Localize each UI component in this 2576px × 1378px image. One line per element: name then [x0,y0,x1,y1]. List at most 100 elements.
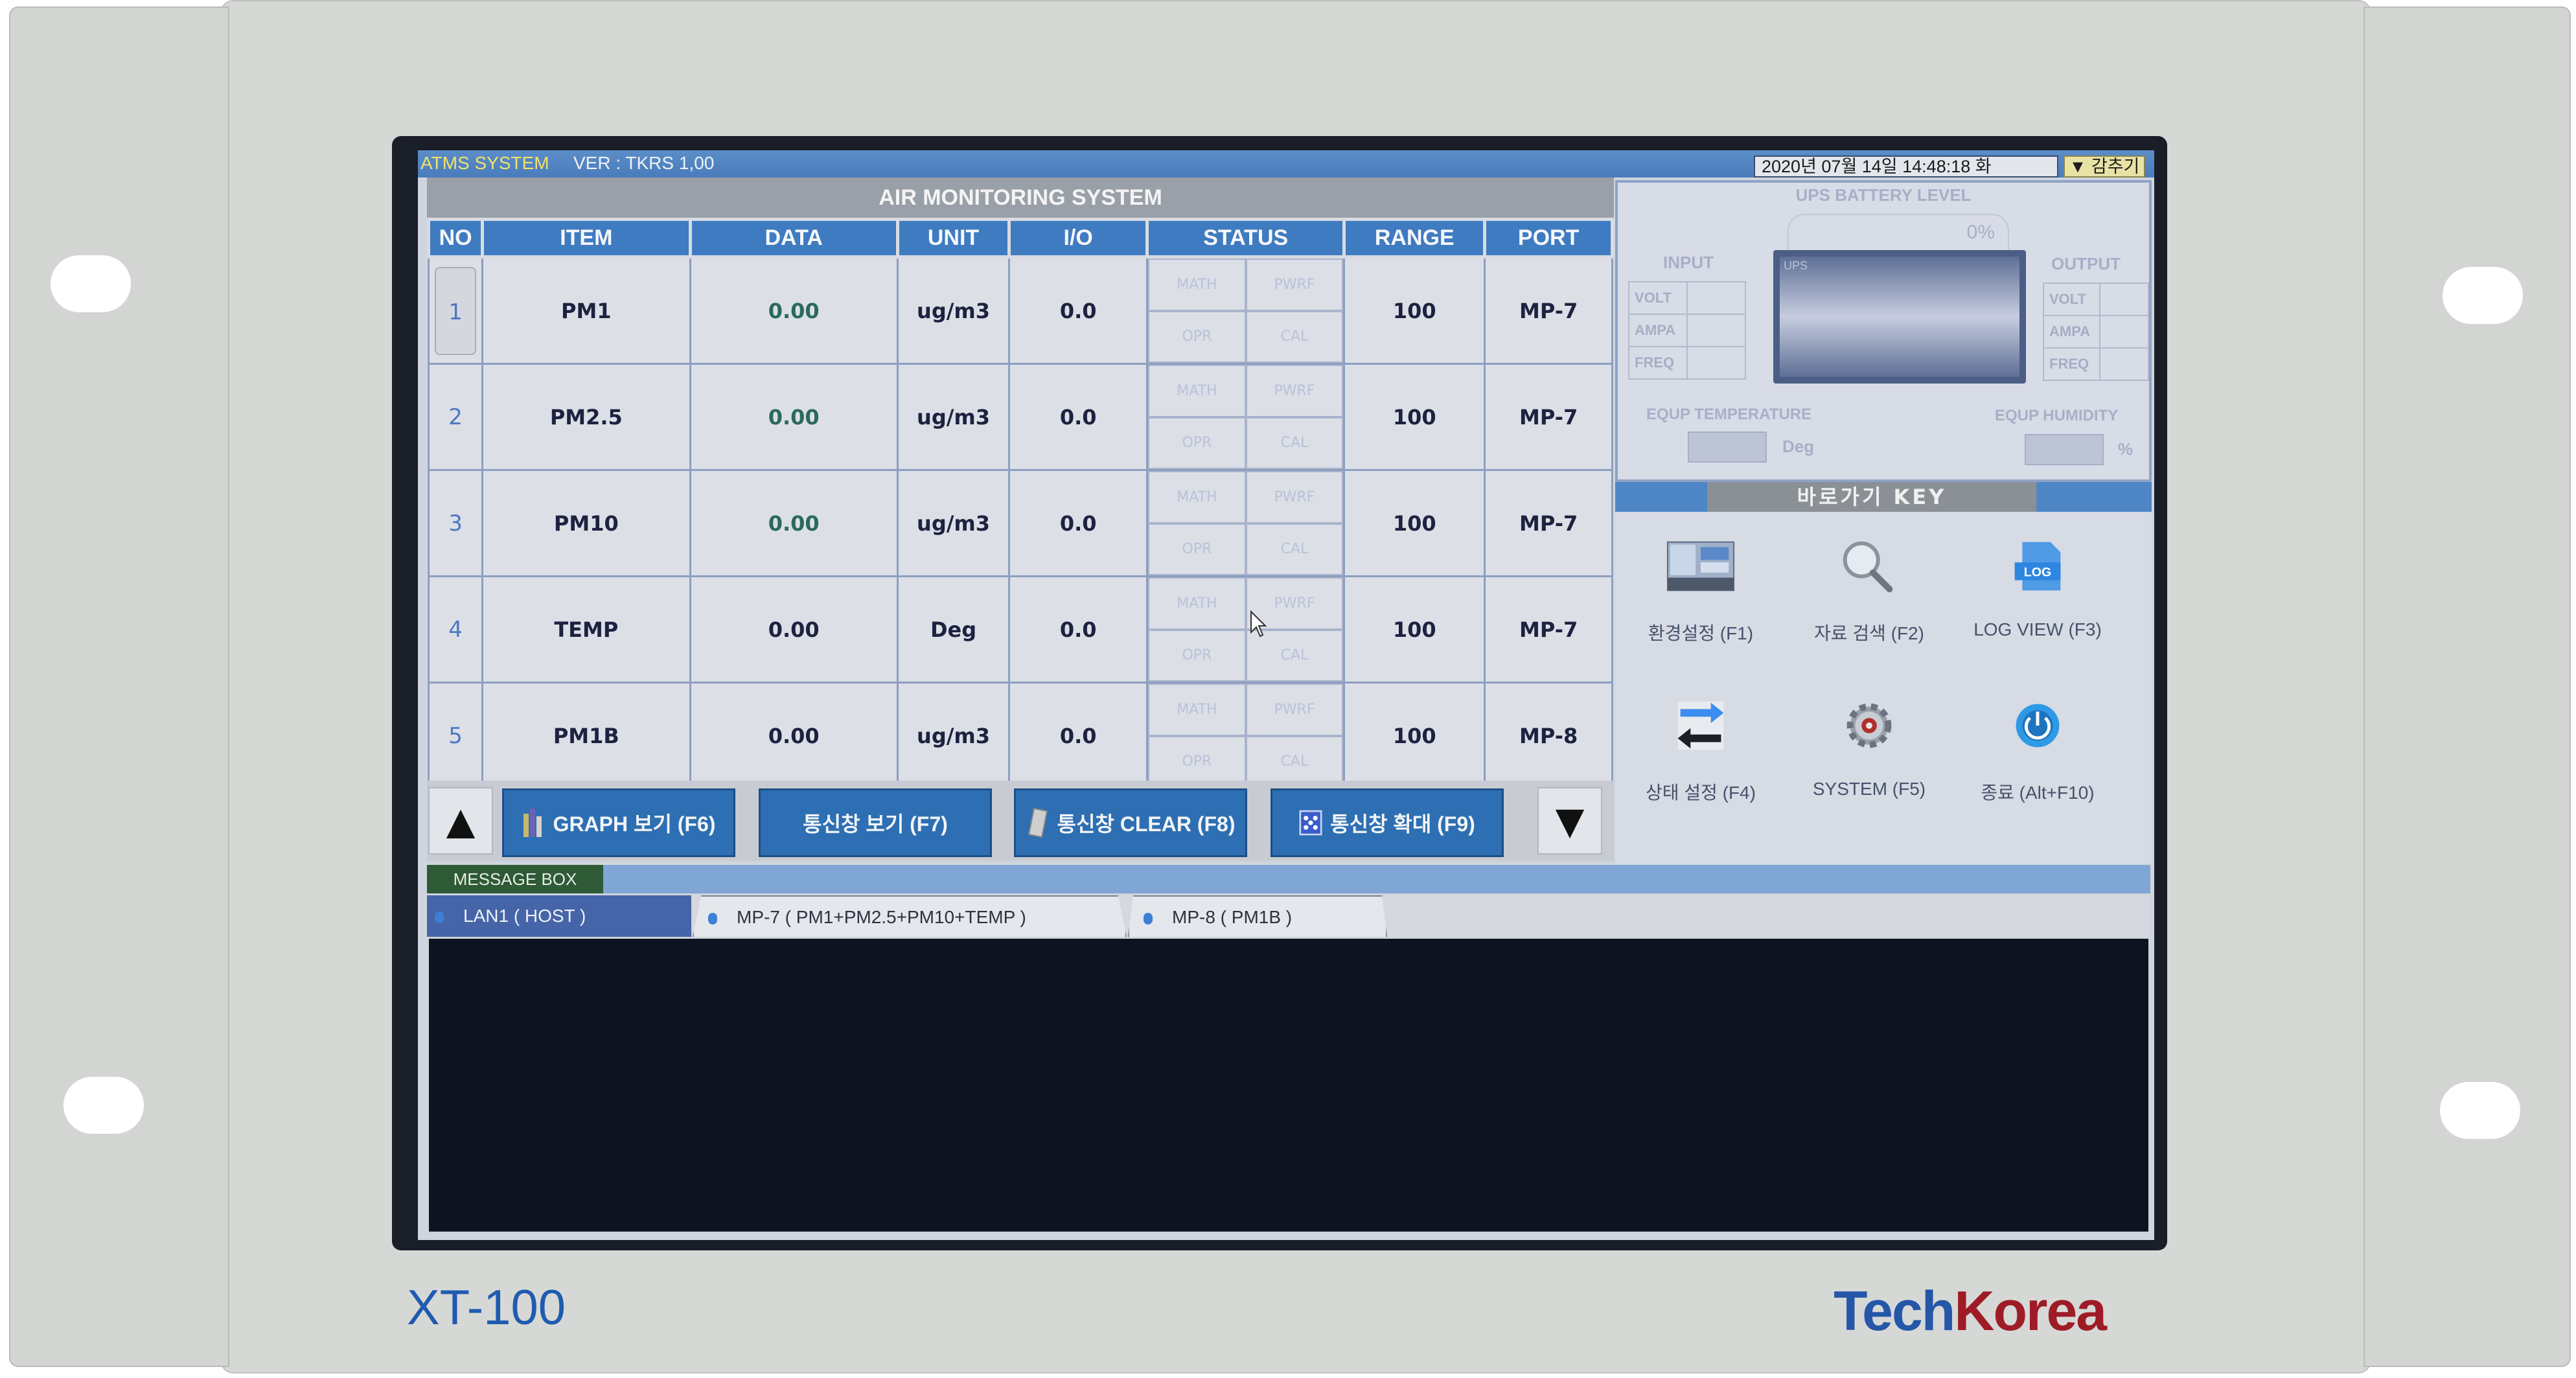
unit-cell: ug/m3 [896,256,1011,365]
log-file-icon: LOG [2014,542,2061,591]
shortcut-settings[interactable]: 환경설정 (F1) [1616,539,1785,645]
io-cell: 0.0 [1008,575,1149,683]
touch-screen: ATMS SYSTEM VER : TKRS 1,00 2020년 07월 14… [418,150,2154,1240]
item-cell: TEMP [481,575,691,683]
datetime-display: 2020년 07월 14일 14:48:18 화 [1754,155,2058,178]
panel-title-bar: AIR MONITORING SYSTEM [427,178,1614,218]
row-number[interactable]: 1 [427,256,484,365]
shortcut-search[interactable]: 자료 검색 (F2) [1785,539,1953,645]
status-math: MATH [1148,258,1246,311]
status-cell: MATH PWRF OPR CAL [1146,469,1346,577]
port-cell: MP-7 [1484,256,1613,365]
shortcut-log-view[interactable]: LOG LOG VIEW (F3) [1953,539,2122,640]
port-cell: MP-7 [1484,575,1613,683]
status-math: MATH [1148,577,1246,630]
status-cal: CAL [1245,417,1344,469]
comm-clear-button[interactable]: 통신창 CLEAR (F8) [1014,788,1247,857]
hide-button[interactable]: ▼ 감추기 [2064,155,2145,178]
battery-graphic-icon: UPS [1773,250,2026,384]
item-cell: PM1B [481,682,691,790]
shortcut-label: 상태 설정 (F4) [1646,783,1756,803]
col-status: STATUS [1145,218,1346,258]
status-math: MATH [1148,365,1246,417]
tab-mp7[interactable]: MP-7 ( PM1+PM2.5+PM10+TEMP ) [693,895,1127,937]
input-title: INPUT [1663,253,1714,272]
output-title: OUTPUT [2051,254,2121,273]
shortcut-system[interactable]: SYSTEM (F5) [1785,698,1953,799]
shortcut-label: SYSTEM (F5) [1812,779,1926,799]
output-volt-value [2099,282,2150,316]
table-row[interactable]: 1 PM1 0.00 ug/m3 0.0 MATH PWRF OPR CAL 1… [427,256,1613,365]
row-number[interactable]: 4 [427,575,484,683]
expand-icon [1299,810,1322,836]
ups-title: UPS BATTERY LEVEL [1795,185,1972,205]
table-row[interactable]: 4 TEMP 0.00 Deg 0.0 MATH PWRF OPR CAL 10… [427,575,1613,683]
col-data: DATA [688,218,899,258]
measurement-table: NO ITEM DATA UNIT I/O STATUS RANGE PORT … [426,218,1614,790]
item-cell: PM2.5 [481,363,691,471]
graph-button[interactable]: GRAPH 보기 (F6) [502,788,735,857]
data-cell: 0.00 [689,469,899,577]
ups-panel: UPS BATTERY LEVEL 0% INPUT OUTPUT VOLT A… [1615,180,2152,482]
shortcut-exit[interactable]: 종료 (Alt+F10) [1953,698,2122,805]
input-ampa-value [1686,314,1746,347]
row-select-button[interactable]: 1 [435,266,477,355]
tab-mp8[interactable]: MP-8 ( PM1B ) [1128,895,1387,937]
col-range: RANGE [1342,218,1487,258]
tab-lan1-host[interactable]: LAN1 ( HOST ) [427,895,691,937]
col-port: PORT [1483,218,1614,258]
input-freq-value [1686,346,1746,380]
comm-expand-button[interactable]: 통신창 확대 (F9) [1271,788,1504,857]
message-box-bar: MESSAGE BOX [427,865,2150,893]
col-item: ITEM [481,218,692,258]
panel-title: AIR MONITORING SYSTEM [879,185,1162,210]
rack-ear-right [2363,6,2571,1367]
io-cell: 0.0 [1008,469,1149,577]
data-cell: 0.00 [689,363,899,471]
row-number[interactable]: 3 [427,469,484,577]
gear-icon [1846,703,1892,748]
output-ampa-value [2099,315,2150,349]
swap-arrows-icon [1677,701,1724,750]
status-cal: CAL [1245,310,1344,363]
table-row[interactable]: 3 PM10 0.00 ug/m3 0.0 MATH PWRF OPR CAL … [427,469,1613,577]
status-pwrf: PWRF [1245,683,1344,736]
comm-view-button-label: 통신창 보기 (F7) [803,812,948,836]
input-ampa-label: AMPA [1628,314,1688,347]
equip-humidity-value [2025,434,2104,465]
mounting-hole [51,255,131,312]
status-cell: MATH PWRF OPR CAL [1146,682,1346,790]
message-console[interactable] [427,937,2150,1234]
scroll-up-button[interactable]: ▲ [428,787,493,855]
table-row[interactable]: 5 PM1B 0.00 ug/m3 0.0 MATH PWRF OPR CAL … [427,682,1613,790]
status-pwrf: PWRF [1245,365,1344,417]
row-number[interactable]: 5 [427,682,484,790]
tab-label: MP-7 ( PM1+PM2.5+PM10+TEMP ) [737,907,1026,927]
equip-humidity-unit: % [2118,439,2133,459]
shortcut-status-setting[interactable]: 상태 설정 (F4) [1616,698,1785,805]
function-button-bar: ▲ GRAPH 보기 (F6) 통신창 보기 (F7) 통신창 CLEAR (F… [427,781,1614,861]
table-row[interactable]: 2 PM2.5 0.00 ug/m3 0.0 MATH PWRF OPR CAL… [427,363,1613,471]
status-opr: OPR [1148,310,1246,363]
comm-expand-button-label: 통신창 확대 (F9) [1330,812,1475,836]
magnifier-icon [1843,541,1893,593]
tab-label: MP-8 ( PM1B ) [1172,907,1293,927]
item-cell: PM10 [481,469,691,577]
model-label: XT-100 [407,1280,566,1335]
scroll-down-button[interactable]: ▼ [1537,787,1602,855]
input-volt-value [1686,281,1746,315]
equip-temp-unit: Deg [1782,437,1815,456]
battery-label: UPS [1784,259,1808,272]
unit-cell: ug/m3 [896,363,1011,471]
rack-ear-left [9,6,229,1367]
range-cell: 100 [1343,363,1486,471]
comm-view-button[interactable]: 통신창 보기 (F7) [759,788,992,857]
status-dot-icon [708,912,717,924]
item-cell: PM1 [481,256,691,365]
output-ampa-label: AMPA [2043,315,2100,349]
table-header-row: NO ITEM DATA UNIT I/O STATUS RANGE PORT [426,218,1614,258]
message-tabs: LAN1 ( HOST ) MP-7 ( PM1+PM2.5+PM10+TEMP… [427,895,2150,937]
input-volt-label: VOLT [1628,281,1688,315]
status-pwrf: PWRF [1245,471,1344,523]
row-number[interactable]: 2 [427,363,484,471]
